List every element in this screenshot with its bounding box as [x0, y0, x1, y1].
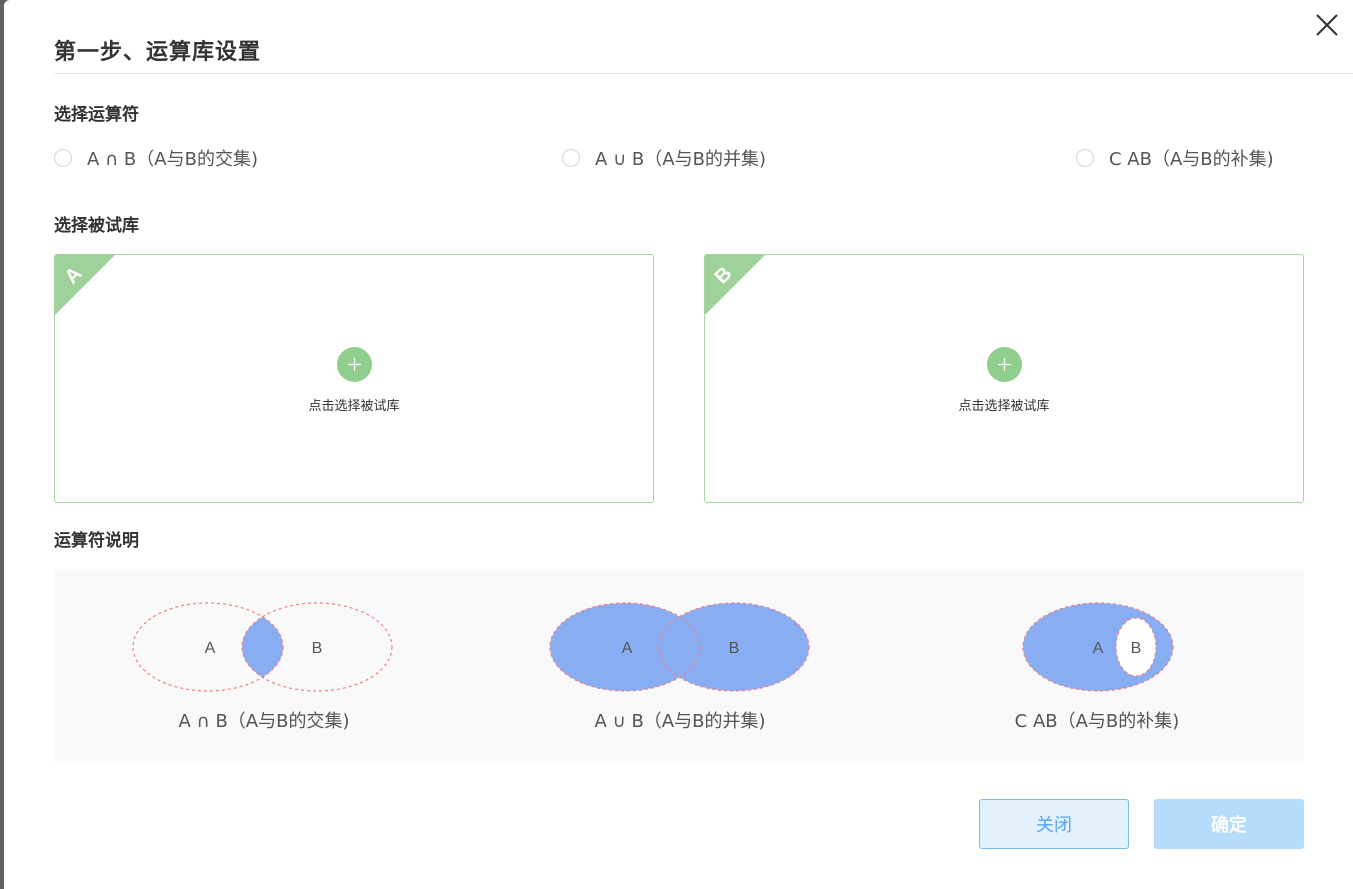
complement-diagram: A B: [1022, 602, 1174, 692]
intersection-caption: A ∩ B（A与B的交集): [178, 711, 350, 732]
set-b-label: B: [1131, 640, 1142, 657]
complement-caption: C AB（A与B的补集): [1014, 711, 1180, 732]
set-a-label: A: [205, 640, 216, 657]
library-section-label: 选择被试库: [54, 216, 139, 236]
explanation-panel: A B A ∩ B（A与B的交集) A B A ∪ B（A与B的并集) A B …: [54, 569, 1304, 761]
operator-section-label: 选择运算符: [54, 105, 139, 125]
set-b-label: B: [312, 640, 323, 657]
explanation-section-label: 运算符说明: [54, 531, 139, 551]
radio-label: A ∪ B（A与B的并集): [595, 149, 766, 170]
set-a-label: A: [1093, 640, 1104, 657]
title-divider: [54, 73, 1353, 74]
radio-intersection[interactable]: A ∩ B（A与B的交集): [54, 145, 258, 171]
radio-label: A ∩ B（A与B的交集): [87, 149, 258, 170]
radio-circle[interactable]: [562, 149, 580, 167]
close-button[interactable]: 关闭: [979, 799, 1129, 849]
library-badge-a: A: [55, 255, 115, 315]
dialog-title: 第一步、运算库设置: [54, 40, 262, 65]
intersection-diagram: A B: [132, 602, 393, 692]
close-icon[interactable]: [1314, 12, 1340, 38]
confirm-button[interactable]: 确定: [1154, 799, 1304, 849]
radio-circle[interactable]: [54, 149, 72, 167]
add-library-a-button[interactable]: [337, 347, 372, 382]
library-badge-b: B: [705, 255, 765, 315]
add-library-b-text[interactable]: 点击选择被试库: [705, 395, 1303, 414]
add-library-a-text[interactable]: 点击选择被试库: [55, 395, 653, 414]
library-box-b[interactable]: B 点击选择被试库: [704, 254, 1304, 503]
plus-icon: [348, 358, 361, 371]
set-b-label: B: [729, 640, 740, 657]
radio-circle[interactable]: [1076, 149, 1094, 167]
plus-icon: [998, 358, 1011, 371]
union-caption: A ∪ B（A与B的并集): [594, 711, 766, 732]
union-diagram: A B: [549, 602, 810, 692]
library-box-a[interactable]: A 点击选择被试库: [54, 254, 654, 503]
add-library-b-button[interactable]: [987, 347, 1022, 382]
set-a-label: A: [622, 640, 633, 657]
radio-complement[interactable]: C AB（A与B的补集): [1076, 145, 1274, 171]
radio-label: C AB（A与B的补集): [1109, 149, 1274, 170]
radio-union[interactable]: A ∪ B（A与B的并集): [562, 145, 766, 171]
operation-library-dialog: 第一步、运算库设置 选择运算符 A ∩ B（A与B的交集) A ∪ B（A与B的…: [4, 0, 1353, 889]
